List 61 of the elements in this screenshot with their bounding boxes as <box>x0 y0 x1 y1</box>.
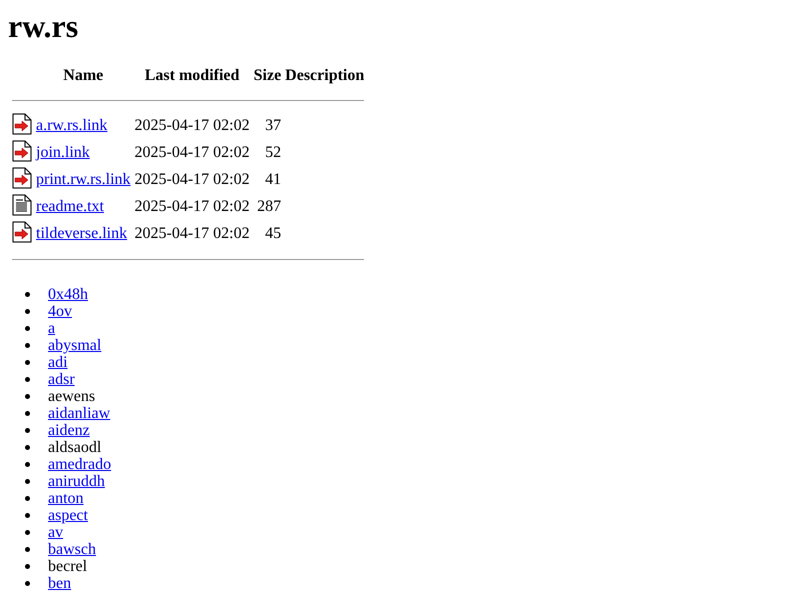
file-size: 37 <box>264 116 282 136</box>
file-size: 45 <box>264 224 282 244</box>
file-size: 287 <box>256 197 282 218</box>
bullet-icon <box>25 580 30 586</box>
user-link[interactable]: aidanliaw <box>48 404 110 422</box>
user-link[interactable]: 4ov <box>48 302 72 320</box>
file-link[interactable]: join.link <box>36 144 90 162</box>
file-link[interactable]: print.rw.rs.link <box>36 171 131 188</box>
user-link[interactable]: 0x48h <box>48 286 88 303</box>
bullet-icon <box>25 410 30 416</box>
column-header: Name <box>62 66 104 86</box>
user-link[interactable]: a <box>48 320 56 337</box>
bullet-icon <box>25 292 30 297</box>
user-name: becrel <box>48 558 88 575</box>
user-link[interactable]: amedrado <box>48 456 112 473</box>
modified-date: 2025-04-17 02:02 <box>134 143 251 164</box>
modified-date: 2025-04-17 02:02 <box>134 116 251 136</box>
file-size: 41 <box>264 170 282 190</box>
bullet-icon <box>25 326 30 331</box>
user-link[interactable]: aspect <box>48 506 88 524</box>
link-file-icon <box>12 220 32 243</box>
user-link[interactable]: bawsch <box>48 540 96 558</box>
bullet-icon <box>25 428 30 433</box>
column-header: Last modified <box>144 66 240 86</box>
user-link[interactable]: anton <box>48 490 84 507</box>
modified-date: 2025-04-17 02:02 <box>134 197 251 218</box>
file-link[interactable]: readme.txt <box>36 198 104 216</box>
bullet-icon <box>25 478 30 484</box>
file-link[interactable]: tildeverse.link <box>36 225 128 242</box>
bullet-icon <box>25 530 30 535</box>
bullet-icon <box>25 376 30 382</box>
link-file-icon <box>12 140 32 162</box>
user-link[interactable]: abysmal <box>48 336 102 354</box>
user-link[interactable]: ben <box>48 574 72 592</box>
modified-date: 2025-04-17 02:02 <box>134 224 251 244</box>
bullet-icon <box>25 512 30 518</box>
link-file-icon <box>12 166 32 189</box>
user-name: aldsaodl <box>48 438 102 456</box>
file-link[interactable]: a.rw.rs.link <box>36 117 108 134</box>
bullet-icon <box>25 564 30 569</box>
modified-date: 2025-04-17 02:02 <box>134 170 251 190</box>
bullet-icon <box>25 462 30 467</box>
user-link[interactable]: aniruddh <box>48 472 105 490</box>
bullet-icon <box>25 394 30 399</box>
bullet-icon <box>25 444 30 450</box>
column-header: Size <box>252 66 282 86</box>
column-header: Description <box>284 66 366 86</box>
link-file-icon <box>12 112 32 135</box>
bullet-icon <box>25 360 30 365</box>
user-name: aewens <box>48 388 96 405</box>
user-link[interactable]: aidenz <box>48 422 90 439</box>
user-link[interactable]: av <box>48 524 64 541</box>
bullet-icon <box>25 308 30 314</box>
user-link[interactable]: adsr <box>48 370 75 388</box>
file-size: 52 <box>264 143 282 164</box>
text-file-icon <box>12 194 32 216</box>
bullet-icon <box>25 546 30 552</box>
bullet-icon <box>25 342 30 348</box>
user-link[interactable]: adi <box>48 354 68 371</box>
page-title: rw.rs <box>8 8 80 45</box>
bullet-icon <box>25 496 30 501</box>
